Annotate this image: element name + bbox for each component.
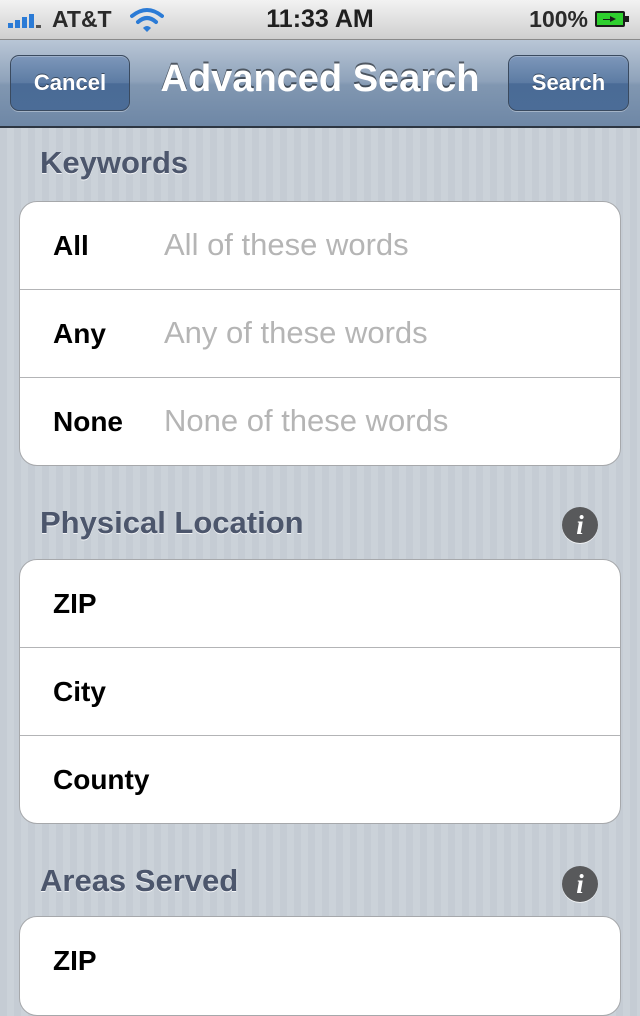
keyword-any-label: Any: [53, 317, 106, 349]
cancel-button[interactable]: Cancel: [10, 55, 130, 111]
areas-zip-input[interactable]: [164, 937, 600, 983]
info-icon[interactable]: i: [562, 507, 598, 543]
battery-charging-icon: [595, 11, 629, 27]
physical-location-row-zip[interactable]: ZIP: [20, 560, 620, 648]
keyword-all-input[interactable]: [164, 222, 600, 268]
status-bar: AT&T 11:33 AM 100%: [0, 0, 640, 40]
physical-zip-input[interactable]: [164, 580, 600, 626]
physical-location-group: ZIP City County: [19, 559, 621, 824]
keywords-group: All Any None: [19, 201, 621, 466]
physical-county-label: County: [53, 764, 150, 795]
navigation-bar: Cancel Advanced Search Search: [0, 40, 640, 128]
keyword-none-label: None: [53, 406, 123, 437]
page-title: Advanced Search: [160, 58, 480, 100]
keyword-row-all[interactable]: All: [20, 202, 620, 290]
keyword-row-any[interactable]: Any: [20, 290, 620, 378]
keyword-any-input[interactable]: [164, 310, 600, 356]
areas-served-section-header: Areas Served: [40, 863, 239, 898]
keyword-none-input[interactable]: [164, 398, 600, 444]
physical-location-section-header: Physical Location: [40, 505, 304, 540]
battery-percentage: 100%: [529, 6, 588, 32]
search-button[interactable]: Search: [508, 55, 629, 111]
keywords-section-header: Keywords: [40, 145, 189, 180]
keyword-all-label: All: [53, 229, 89, 261]
physical-location-row-county[interactable]: County: [20, 736, 620, 823]
areas-served-group: ZIP: [19, 916, 621, 1016]
physical-county-input[interactable]: [164, 756, 600, 802]
physical-zip-label: ZIP: [53, 587, 97, 619]
keyword-row-none[interactable]: None: [20, 378, 620, 465]
physical-city-input[interactable]: [164, 668, 600, 714]
info-icon[interactable]: i: [562, 866, 598, 902]
areas-zip-label: ZIP: [53, 945, 97, 976]
areas-served-row-zip[interactable]: ZIP: [20, 917, 620, 1005]
physical-location-row-city[interactable]: City: [20, 648, 620, 736]
physical-city-label: City: [53, 675, 106, 707]
